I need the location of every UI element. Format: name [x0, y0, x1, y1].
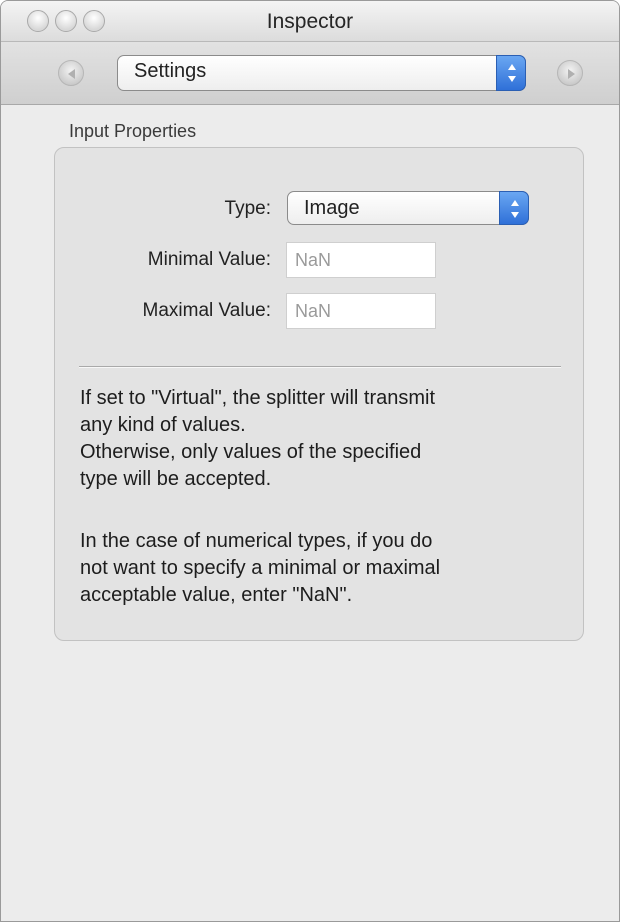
- section-divider: [79, 366, 561, 368]
- popup-arrows-icon: [499, 191, 529, 225]
- settings-popup[interactable]: Settings: [117, 55, 526, 91]
- help-text-nan: In the case of numerical types, if you d…: [80, 528, 560, 609]
- settings-popup-label: Settings: [134, 60, 207, 82]
- section-title: Input Properties: [69, 121, 197, 141]
- help-line: any kind of values.: [80, 414, 246, 436]
- back-button[interactable]: [58, 60, 84, 86]
- minimal-value-field[interactable]: NaN: [286, 242, 436, 278]
- help-line: acceptable value, enter "NaN".: [80, 584, 353, 606]
- toolbar: Settings: [1, 42, 619, 105]
- maximal-value-label: Maximal Value:: [142, 300, 271, 321]
- help-line: In the case of numerical types, if you d…: [80, 530, 433, 552]
- maximal-value-field[interactable]: NaN: [286, 293, 436, 329]
- inspector-window: Inspector Settings Input Properties Type…: [0, 0, 620, 922]
- help-line: not want to specify a minimal or maximal: [80, 557, 441, 579]
- back-arrow-icon: [68, 69, 75, 79]
- minimal-value-label: Minimal Value:: [147, 249, 271, 270]
- help-text-virtual: If set to "Virtual", the splitter will t…: [80, 385, 560, 493]
- type-label: Type:: [224, 198, 271, 219]
- forward-button[interactable]: [557, 60, 583, 86]
- help-line: type will be accepted.: [80, 468, 272, 490]
- forward-arrow-icon: [568, 69, 575, 79]
- popup-arrows-icon: [496, 55, 526, 91]
- help-line: Otherwise, only values of the specified: [80, 441, 422, 463]
- title-bar[interactable]: Inspector: [1, 1, 619, 42]
- type-popup-value: Image: [304, 197, 360, 219]
- type-popup[interactable]: Image: [287, 191, 529, 225]
- window-title: Inspector: [266, 10, 354, 33]
- help-line: If set to "Virtual", the splitter will t…: [80, 387, 436, 409]
